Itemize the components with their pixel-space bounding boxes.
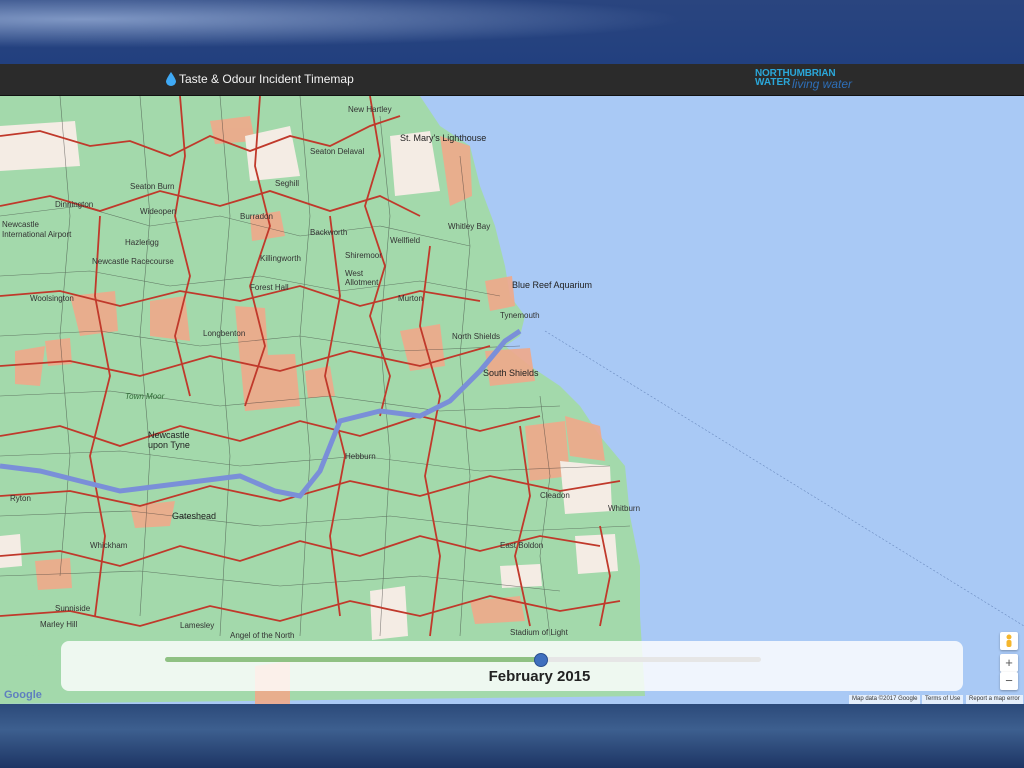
map-label: Blue Reef Aquarium: [512, 280, 593, 290]
map-label: St. Mary's Lighthouse: [400, 133, 487, 143]
map-label: Stadium of Light: [510, 628, 568, 637]
northumbrian-water-logo: NORTHUMBRIAN WATER living water: [755, 68, 853, 91]
map-label: Ryton: [10, 494, 31, 503]
map-label: Burradon: [240, 212, 273, 221]
terms-of-use-link[interactable]: Terms of Use: [922, 695, 964, 704]
map-label: Forest Hall: [250, 283, 289, 292]
map-label: Gateshead: [172, 511, 217, 521]
map-label: Whitley Bay: [448, 222, 491, 231]
map-label: East Boldon: [500, 541, 544, 550]
map-label: Tynemouth: [500, 311, 540, 320]
map-label: Seaton Burn: [130, 182, 175, 191]
map-label: Seghill: [275, 179, 300, 188]
map-label: Whitburn: [608, 504, 641, 513]
map-label: Newcastle Racecourse: [92, 257, 174, 266]
map-label: North Shields: [452, 332, 501, 341]
map-label: Hebburn: [345, 452, 376, 461]
map-label: Cleadon: [540, 491, 570, 500]
map-label: Hazlerigg: [125, 238, 159, 247]
map-label: Newcastle International Airport: [2, 220, 72, 239]
water-drop-icon: [166, 72, 176, 86]
map-label: Dinnington: [55, 200, 94, 209]
map-label: Wideopen: [140, 207, 177, 216]
map-label: Lamesley: [180, 621, 215, 630]
timeline-panel: February 2015: [61, 641, 963, 691]
pegman-icon: [1006, 634, 1012, 647]
app-title: Taste & Odour Incident Timemap: [179, 72, 354, 86]
map-label: Woolsington: [30, 294, 74, 303]
zoom-out-button[interactable]: −: [1000, 672, 1018, 690]
timeline-date-label: February 2015: [488, 668, 591, 685]
timeline-slider-track[interactable]: [165, 653, 761, 667]
pegman-street-view-button[interactable]: [1000, 632, 1018, 650]
map-label: Seaton Delaval: [310, 147, 365, 156]
app-header: Taste & Odour Incident Timemap: [0, 64, 1024, 96]
map-label: Backworth: [310, 228, 348, 237]
map-label: Sunniside: [55, 604, 91, 613]
map-label: Killingworth: [260, 254, 301, 263]
map-label: West Allotment: [345, 269, 379, 287]
google-logo[interactable]: Google: [4, 689, 42, 701]
map-label: Marley Hill: [40, 620, 78, 629]
map-label: Shiremoor: [345, 251, 382, 260]
background-sky: [0, 0, 1024, 64]
map-label: Murton: [398, 294, 423, 303]
map-label: Longbenton: [203, 329, 246, 338]
zoom-in-button[interactable]: +: [1000, 654, 1018, 672]
background-bottom: [0, 704, 1024, 768]
map-label: Whickham: [90, 541, 128, 550]
map-label: Newcastle upon Tyne: [148, 430, 190, 450]
map-label: Town Moor: [125, 392, 165, 401]
timeline-slider-fill: [165, 657, 541, 662]
map-label: Angel of the North: [230, 631, 295, 640]
map-label: New Hartley: [348, 105, 392, 114]
map-data-attribution: Map data ©2017 Google: [849, 695, 921, 704]
incident-map[interactable]: St. Mary's Lighthouse Blue Reef Aquarium…: [0, 96, 1024, 704]
timeline-slider-thumb[interactable]: [534, 653, 549, 667]
map-label: South Shields: [483, 368, 539, 378]
report-map-error-link[interactable]: Report a map error: [966, 695, 1023, 704]
map-label: Wellfield: [390, 236, 421, 245]
